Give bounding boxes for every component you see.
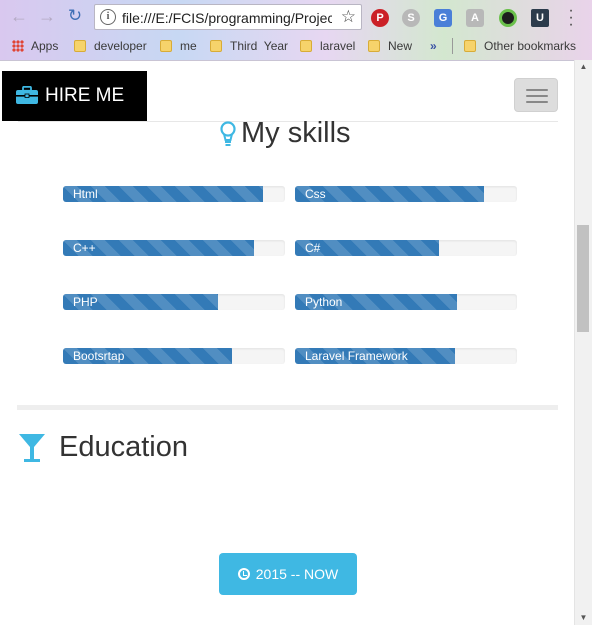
address-bar[interactable]: i file:///E:/FCIS/programming/Projects ☆	[94, 4, 362, 30]
pinterest-icon[interactable]: P	[371, 9, 389, 27]
bookmark-developer[interactable]: developer	[74, 37, 147, 55]
folder-icon	[300, 40, 312, 52]
skill-label: PHP	[73, 295, 98, 309]
folder-icon	[210, 40, 222, 52]
glass-icon	[19, 434, 45, 462]
bookmark-apps[interactable]: Apps	[12, 37, 58, 55]
pdf-icon[interactable]: A	[466, 9, 484, 27]
reload-button[interactable]: ↻	[64, 5, 86, 27]
bookmark-label: Apps	[31, 39, 59, 53]
bookmark-label: Other bookmarks	[484, 39, 577, 53]
bookmarks-overflow-button[interactable]: »	[430, 37, 437, 55]
bookmark-me[interactable]: me	[160, 37, 197, 55]
briefcase-icon	[16, 86, 38, 104]
skill-bar-csharp: C#	[295, 240, 517, 256]
section-divider	[17, 405, 558, 410]
brand-button[interactable]: HIRE ME	[2, 71, 147, 121]
bookmark-star-icon[interactable]: ☆	[341, 7, 356, 27]
page-info-icon[interactable]: i	[100, 9, 116, 25]
skill-label: Laravel Framework	[305, 349, 408, 363]
education-date-label: 2015 -- NOW	[255, 566, 339, 582]
browser-menu-icon[interactable]: · · ·	[566, 3, 576, 33]
back-button[interactable]: ←	[8, 5, 30, 27]
nav-toggle-button[interactable]	[514, 78, 558, 112]
skill-bar-python: Python	[295, 294, 517, 310]
bookmark-other[interactable]: Other bookmarks	[464, 37, 576, 55]
education-date-button[interactable]: 2015 -- NOW	[219, 553, 357, 595]
skill-bar-bootstrap: Bootsrtap	[63, 348, 285, 364]
lightbulb-icon	[220, 121, 236, 146]
bookmark-laravel[interactable]: laravel	[300, 37, 355, 55]
color-picker-icon[interactable]	[499, 9, 517, 27]
hamburger-bar	[526, 89, 548, 91]
bookmark-label: me	[180, 39, 197, 53]
address-url[interactable]: file:///E:/FCIS/programming/Projects	[122, 10, 332, 26]
hamburger-bar	[526, 95, 548, 97]
folder-icon	[368, 40, 380, 52]
skill-label: Css	[305, 187, 326, 201]
folder-icon	[160, 40, 172, 52]
clock-icon	[237, 568, 250, 580]
bookmark-label: laravel	[320, 39, 356, 53]
skill-label: Bootsrtap	[73, 349, 125, 363]
skype-icon[interactable]: S	[402, 9, 420, 27]
skill-bar-cpp: C++	[63, 240, 285, 256]
browser-chrome: ← → ↻ i file:///E:/FCIS/programming/Proj…	[0, 0, 592, 60]
education-title: Education	[59, 431, 188, 463]
forward-button[interactable]: →	[36, 5, 58, 27]
scroll-up-arrow-icon[interactable]: ▲	[575, 60, 592, 74]
vertical-scrollbar[interactable]: ▲ ▼	[574, 60, 592, 625]
skill-bar-css: Css	[295, 186, 517, 202]
skill-label: C++	[73, 241, 96, 255]
page-viewport: HIRE ME My skills Html Css C++ C# PHP Py…	[0, 60, 574, 625]
skill-bar-php: PHP	[63, 294, 285, 310]
skill-label: C#	[305, 241, 321, 255]
bookmarks-bar: Apps developer me Third Year laravel New…	[0, 34, 592, 58]
folder-icon	[464, 40, 476, 52]
udemy-icon[interactable]: U	[531, 9, 549, 27]
bookmark-label: Third Year	[230, 39, 289, 53]
hamburger-bar	[526, 101, 548, 103]
bookmark-label: developer	[94, 39, 147, 53]
google-translate-icon[interactable]: G	[434, 9, 452, 27]
bookmarks-divider	[452, 38, 453, 54]
skill-bar-html: Html	[63, 186, 285, 202]
brand-label: HIRE ME	[45, 85, 125, 106]
apps-grid-icon	[12, 40, 24, 52]
skill-label: Python	[305, 295, 343, 309]
bookmark-label: New	[388, 39, 413, 53]
skill-bar-laravel: Laravel Framework	[295, 348, 517, 364]
browser-toolbar: ← → ↻ i file:///E:/FCIS/programming/Proj…	[0, 2, 592, 33]
skill-label: Html	[73, 187, 98, 201]
folder-icon	[74, 40, 86, 52]
scroll-down-arrow-icon[interactable]: ▼	[575, 611, 592, 625]
bookmark-third-year[interactable]: Third Year	[210, 37, 288, 55]
bookmark-new[interactable]: New	[368, 37, 412, 55]
scrollbar-thumb[interactable]	[577, 225, 589, 332]
skills-title: My skills	[241, 117, 351, 149]
